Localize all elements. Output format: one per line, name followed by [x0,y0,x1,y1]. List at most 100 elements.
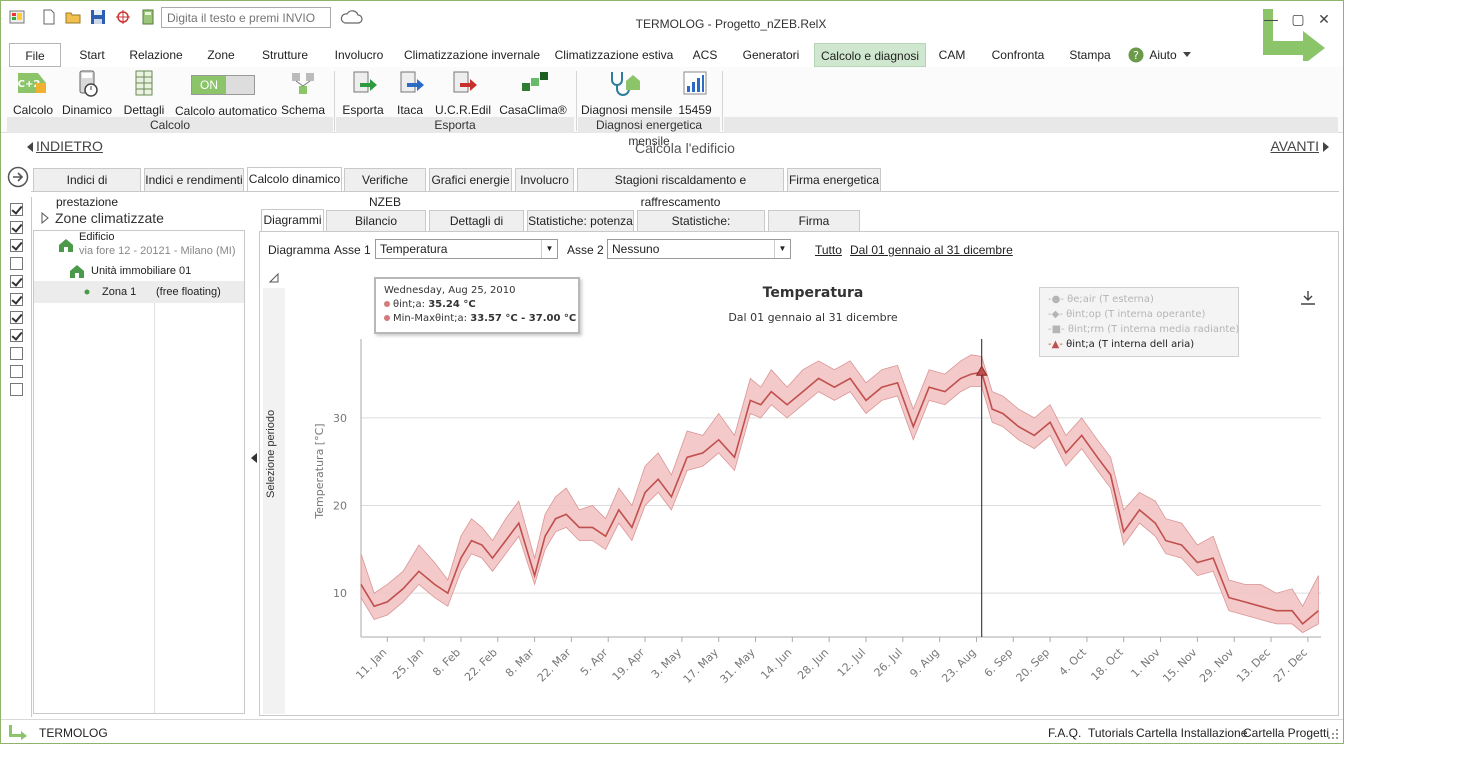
zone-checkbox[interactable] [10,293,23,306]
cloud-icon[interactable] [339,9,363,25]
menu-calcolo-e-diagnosi[interactable]: Calcolo e diagnosi [814,43,926,67]
menu-stampa[interactable]: Stampa [1063,43,1117,67]
save-icon[interactable] [90,9,106,25]
dettagli-button[interactable]: Dettagli [119,69,169,117]
menu-cam[interactable]: CAM [931,43,973,67]
open-folder-icon[interactable] [65,9,81,25]
x-tick-label: 14. Jun [758,646,794,682]
menu-involucro[interactable]: Involucro [325,43,393,67]
zone-checkbox[interactable] [10,239,23,252]
menu-climatizzazione-estiva[interactable]: Climatizzazione estiva [551,43,677,67]
menu-confronta[interactable]: Confronta [981,43,1055,67]
tab-stagioni[interactable]: Stagioni riscaldamento e raffrescamento [577,168,784,209]
search-input[interactable] [161,7,331,28]
cartella-installazione-link[interactable]: Cartella Installazione [1136,726,1247,740]
zone-checkbox[interactable] [10,365,23,378]
tab-indici-e-rendimenti[interactable]: Indici e rendimenti [144,168,244,191]
calculator-icon[interactable] [140,9,156,25]
15459-button[interactable]: 15459 [673,69,717,117]
new-file-icon[interactable] [41,9,57,25]
asse1-dropdown[interactable]: Temperatura ▼ [375,239,558,259]
x-tick-label: 26. Jul [872,646,905,679]
menu-strutture[interactable]: Strutture [253,43,317,67]
faq-link[interactable]: F.A.Q. [1048,726,1081,740]
download-icon[interactable] [1301,291,1315,305]
period-link[interactable]: Dal 01 gennaio al 31 dicembre [850,243,1013,257]
tutto-link[interactable]: Tutto [815,243,842,257]
tab-dettagli-di-calcolo[interactable]: Dettagli di calcolo [429,210,524,248]
mean-temperature-line [360,371,1319,626]
chart-tooltip: Wednesday, Aug 25, 2010 θint;a: 35.24 °C… [374,277,580,334]
legend-item-radiante[interactable]: -■- θint;rm (T interna media radiante) [1048,322,1239,337]
tree-building[interactable]: Edificio [79,231,114,243]
column-divider [31,197,32,717]
close-button[interactable]: ✕ [1314,11,1334,28]
itaca-button[interactable]: Itaca [391,69,429,117]
menu-zone[interactable]: Zone [197,43,245,67]
tab-bilancio-energetico[interactable]: Bilancio energetico [326,210,426,248]
minimize-button[interactable]: — [1261,11,1281,27]
zone-checkbox[interactable] [10,329,23,342]
zone-checkbox[interactable] [10,383,23,396]
resize-grip-icon[interactable] [1327,728,1339,740]
menu-start[interactable]: Start [69,43,115,67]
forward-circle-icon[interactable] [7,166,29,188]
diagnosi-mensile-button[interactable]: Diagnosi mensile [581,69,672,117]
legend-item-operante[interactable]: -◆- θint;op (T interna operante) [1048,307,1230,322]
maximize-button[interactable]: ▢ [1288,11,1308,28]
help-icon[interactable]: ? [1128,47,1144,63]
arrow-right-icon[interactable] [1323,142,1329,152]
zone-checkbox[interactable] [10,311,23,324]
tutorials-link[interactable]: Tutorials [1088,726,1134,740]
asse2-dropdown[interactable]: Nessuno ▼ [607,239,791,259]
target-icon[interactable] [115,9,131,25]
menu-acs[interactable]: ACS [685,43,725,67]
schema-button[interactable]: Schema [279,69,327,117]
legend-item-esterna[interactable]: -●- θe;air (T esterna) [1048,292,1230,307]
tab-grafici-energie[interactable]: Grafici energie [429,168,512,191]
x-tick-label: 19. Apr [610,646,648,684]
menu-file[interactable]: File [9,43,61,67]
chevron-down-icon[interactable] [1183,52,1191,58]
expand-arrow-icon[interactable] [41,212,49,224]
tab-diagrammi[interactable]: Diagrammi [261,209,324,232]
casaclima-button[interactable]: CasaClima® [499,69,567,117]
esporta-button[interactable]: Esporta [339,69,387,117]
x-tick-label: 11. Jan [353,646,389,682]
zone-checkbox[interactable] [10,347,23,360]
ribbon-separator [334,71,335,131]
tree-zone-row[interactable]: Zona 1 (free floating) [34,281,244,303]
tab-verifiche-nzeb[interactable]: Verifiche NZEB [344,168,426,209]
collapse-panel-icon[interactable] [251,453,257,463]
zone-checkbox[interactable] [10,275,23,288]
cartella-progetti-link[interactable]: Cartella Progetti [1243,726,1329,740]
tab-statistiche-temperature[interactable]: Statistiche: temperature [637,210,765,248]
menu-aiuto[interactable]: Aiuto [1147,43,1179,67]
ribbon-group-esporta: Esporta [336,117,574,133]
zone-checkbox[interactable] [10,221,23,234]
zone-checkbox[interactable] [10,257,23,270]
tree-panel: Edificio via fore 12 - 20121 - Milano (M… [33,230,245,714]
menu-climatizzazione-invernale[interactable]: Climatizzazione invernale [401,43,543,67]
tab-indici-di-prestazione[interactable]: Indici di prestazione [33,168,141,209]
menu-generatori[interactable]: Generatori [733,43,809,67]
tab-firma-energetica[interactable]: Firma energetica [787,168,881,191]
tab-firma-energetica-2[interactable]: Firma energetica [768,210,860,248]
tree-unit[interactable]: Unità immobiliare 01 [91,265,191,277]
selezione-periodo-panel[interactable]: Selezione periodo [263,288,285,714]
legend-item-aria[interactable]: -▲- θint;a (T interna dell aria) [1048,337,1230,352]
tab-calcolo-dinamico[interactable]: Calcolo dinamico [247,167,342,191]
toggle-switch[interactable]: ON [191,75,255,95]
zone-checkbox[interactable] [10,203,23,216]
resize-corner-icon[interactable] [269,273,279,283]
y-axis-label: Temperatura [°C] [313,423,326,519]
dinamico-button[interactable]: Dinamico [61,69,113,117]
tab-involucro[interactable]: Involucro [515,168,574,191]
tab-statistiche-potenza[interactable]: Statistiche: potenza [527,210,634,231]
app-icon[interactable] [9,9,25,25]
forward-link[interactable]: AVANTI [1271,138,1320,154]
menu-relazione[interactable]: Relazione [123,43,189,67]
ucredil-button[interactable]: U.C.R.Edil [435,69,491,117]
calcolo-button[interactable]: C+2 Calcolo [9,69,57,117]
calcolo-automatico-toggle[interactable]: ON Calcolo automatico [175,69,277,118]
